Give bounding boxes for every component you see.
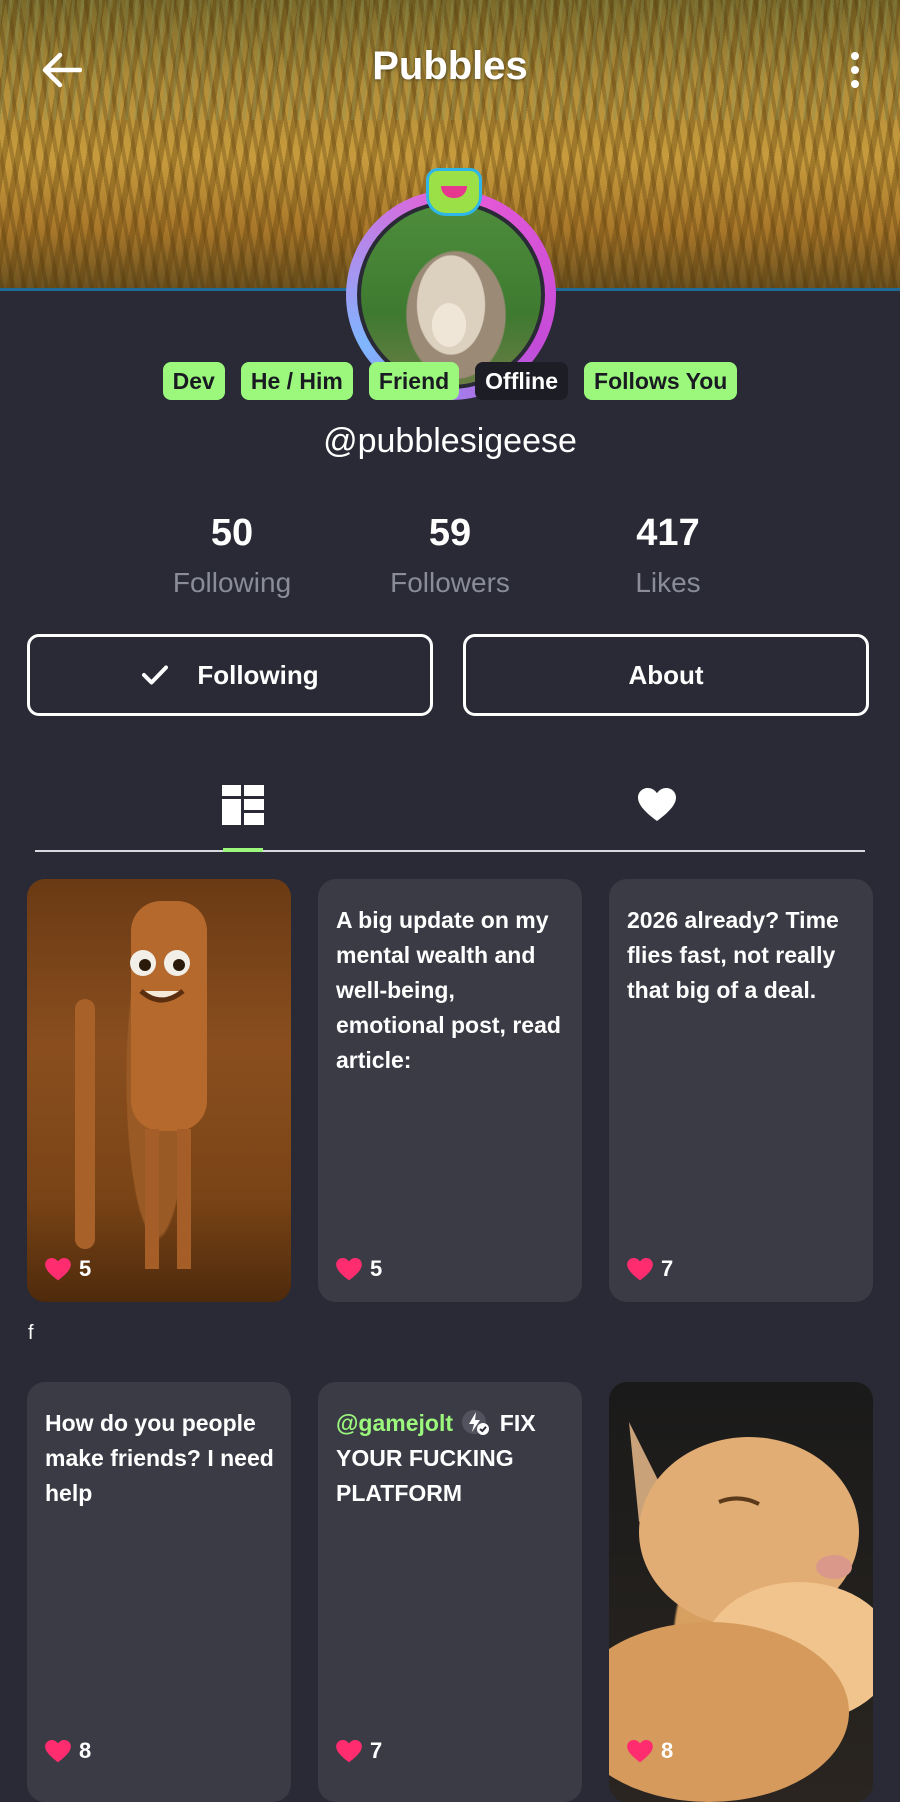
tag-pronouns: He / Him: [240, 362, 353, 400]
post-likes[interactable]: 5: [45, 1256, 91, 1282]
post-text: 2026 already? Time flies fast, not reall…: [627, 907, 839, 1003]
post-text: A big update on my mental wealth and wel…: [336, 907, 561, 1073]
post-likes[interactable]: 8: [627, 1738, 673, 1764]
wooden-character-image: [75, 901, 207, 1269]
page-title: Pubbles: [372, 44, 528, 88]
more-options-button[interactable]: [840, 44, 870, 96]
heart-icon: [627, 1257, 653, 1280]
stat-value: 50: [210, 512, 254, 554]
post-text: How do you people make friends? I need h…: [45, 1410, 274, 1506]
profile-stats: 50 Following 59 Followers 417 Likes: [0, 512, 900, 612]
username-handle: @pubblesigeese: [323, 422, 577, 460]
stat-following[interactable]: 50 Following: [112, 512, 352, 599]
tag-dev: Dev: [162, 362, 225, 400]
likes-count: 5: [79, 1256, 92, 1281]
likes-count: 8: [79, 1738, 92, 1763]
stat-label: Likes: [635, 567, 701, 598]
about-button-label: About: [628, 659, 704, 690]
stat-value: 59: [428, 512, 472, 554]
active-tab-indicator: [223, 848, 263, 852]
profile-tags: Dev He / Him Friend Offline Follows You: [0, 362, 900, 402]
stat-likes[interactable]: 417 Likes: [548, 512, 788, 599]
heart-icon: [336, 1739, 362, 1762]
likes-count: 7: [661, 1256, 674, 1281]
post-card[interactable]: 5: [27, 879, 291, 1302]
heart-icon: [45, 1257, 71, 1280]
more-vertical-icon: [851, 52, 859, 88]
tabs-divider: [35, 850, 865, 852]
heart-icon: [336, 1257, 362, 1280]
post-likes[interactable]: 7: [627, 1256, 673, 1282]
likes-count: 7: [370, 1738, 383, 1763]
stat-label: Following: [172, 567, 292, 598]
tab-liked[interactable]: [617, 770, 697, 840]
likes-count: 8: [661, 1738, 674, 1763]
stat-label: Followers: [390, 567, 510, 598]
following-button-label: Following: [197, 659, 319, 690]
checkmark-icon: [142, 665, 169, 685]
post-likes[interactable]: 8: [45, 1738, 91, 1764]
post-text: @gamejolt FIX YOUR FUCKING PLATFORM: [336, 1406, 566, 1511]
stat-followers[interactable]: 59 Followers: [330, 512, 570, 599]
post-card[interactable]: How do you people make friends? I need h…: [27, 1382, 291, 1802]
heart-icon: [638, 788, 676, 821]
content-tabs: [35, 760, 865, 852]
gamejolt-verified-icon: [462, 1410, 490, 1435]
heart-icon: [627, 1739, 653, 1762]
tab-posts[interactable]: [203, 770, 283, 840]
tag-follows-you: Follows You: [584, 362, 738, 400]
stat-value: 417: [636, 512, 700, 554]
post-likes[interactable]: 7: [336, 1738, 382, 1764]
following-button[interactable]: Following: [27, 634, 433, 716]
heart-icon: [45, 1739, 71, 1762]
post-card[interactable]: A big update on my mental wealth and wel…: [318, 879, 582, 1302]
avatar: [357, 201, 545, 389]
frog-badge-icon: [426, 168, 482, 216]
grid-icon: [222, 785, 264, 825]
stray-text: f: [28, 1322, 34, 1344]
post-card[interactable]: 8: [609, 1382, 873, 1802]
post-card[interactable]: @gamejolt FIX YOUR FUCKING PLATFORM 7: [318, 1382, 582, 1802]
post-card[interactable]: 2026 already? Time flies fast, not reall…: [609, 879, 873, 1302]
likes-count: 5: [370, 1256, 383, 1281]
tag-friend: Friend: [368, 362, 460, 400]
about-button[interactable]: About: [463, 634, 869, 716]
mention-link[interactable]: @gamejolt: [336, 1410, 453, 1436]
post-likes[interactable]: 5: [336, 1256, 382, 1282]
tag-status: Offline: [475, 362, 569, 400]
